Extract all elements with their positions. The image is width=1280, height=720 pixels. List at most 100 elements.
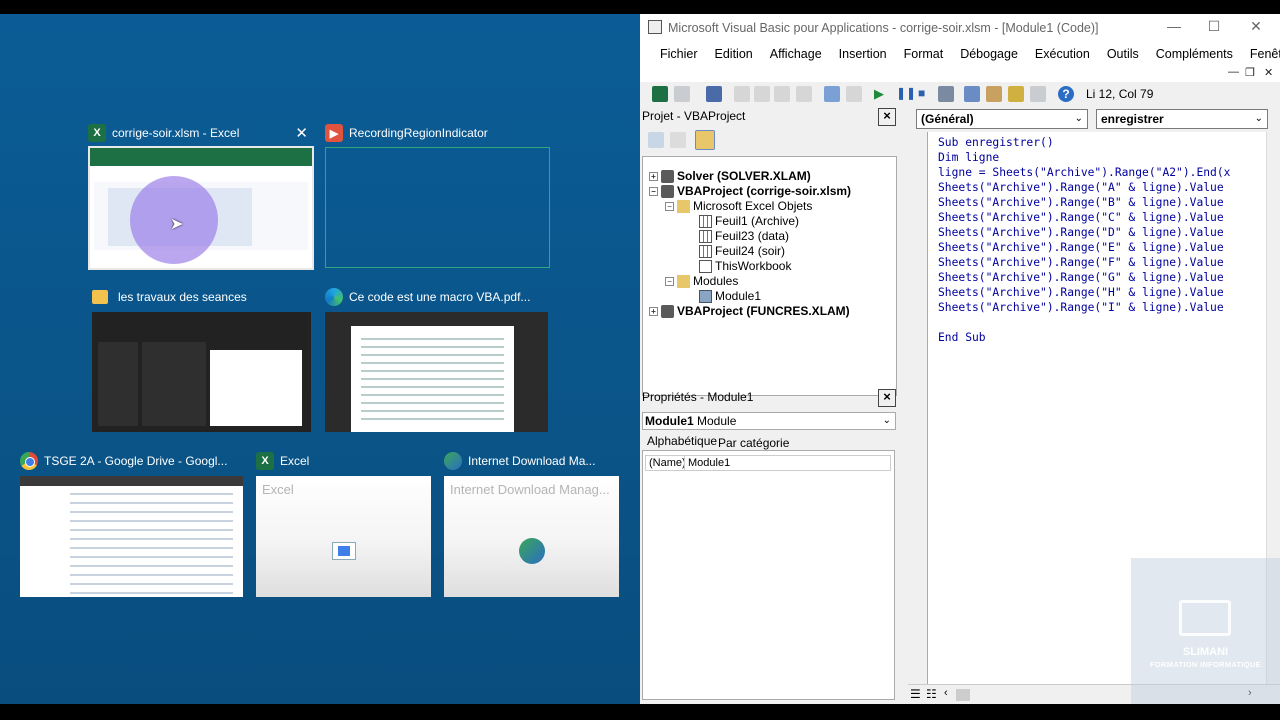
tree-item-vbaproject-corrige[interactable]: − VBAProject (corrige-soir.xlsm) [649, 184, 851, 198]
code-combos: (Général) ⌄ enregistrer ⌄ [912, 108, 1280, 130]
menu-debogage[interactable]: Débogage [960, 47, 1018, 61]
window-thumbnail[interactable]: ➤ [88, 146, 314, 270]
paste-icon[interactable] [774, 86, 790, 102]
tab-par-categorie[interactable]: Par catégorie [718, 436, 789, 450]
menu-execution[interactable]: Exécution [1035, 47, 1090, 61]
tab-alphabetique[interactable]: Alphabétique [647, 434, 717, 448]
tree-item-feuil1[interactable]: Feuil1 (Archive) [699, 214, 799, 228]
property-name: (Name) [649, 457, 686, 469]
stop-icon[interactable]: ■ [918, 86, 934, 102]
help-icon[interactable]: ? [1058, 86, 1074, 102]
menu-edition[interactable]: Edition [715, 47, 753, 61]
code-line[interactable]: Dim ligne [938, 150, 1266, 165]
code-line[interactable]: ligne = Sheets("Archive").Range("A2").En… [938, 165, 1266, 180]
code-line[interactable]: Sheets("Archive").Range("I" & ligne).Val… [938, 300, 1266, 315]
code-line[interactable]: Sub enregistrer() [938, 135, 1266, 150]
undo-icon[interactable] [824, 86, 840, 102]
tree-item-module1[interactable]: Module1 [699, 289, 761, 303]
window-card-header: X Excel [256, 450, 309, 472]
project-panel-close-button[interactable]: × [878, 108, 896, 126]
view-excel-icon[interactable] [652, 86, 668, 102]
code-line[interactable]: Sheets("Archive").Range("G" & ligne).Val… [938, 270, 1266, 285]
tree-item-feuil23[interactable]: Feuil23 (data) [699, 229, 789, 243]
insert-module-icon[interactable] [674, 86, 690, 102]
object-browser-icon[interactable] [1008, 86, 1024, 102]
properties-panel-close-button[interactable]: × [878, 389, 896, 407]
margin-indicator-bar[interactable] [908, 132, 928, 684]
mdi-close-button[interactable]: ✕ [1264, 66, 1273, 79]
window-thumbnail[interactable] [325, 312, 548, 432]
browser-tabbar-preview [20, 476, 243, 486]
window-card-header: TSGE 2A - Google Drive - Googl... [20, 450, 227, 472]
menu-outils[interactable]: Outils [1107, 47, 1139, 61]
menu-insertion[interactable]: Insertion [839, 47, 887, 61]
view-object-icon[interactable] [670, 132, 686, 148]
close-button[interactable]: ✕ [1236, 18, 1276, 38]
scroll-thumb[interactable] [956, 689, 970, 701]
tree-item-thisworkbook[interactable]: ThisWorkbook [699, 259, 791, 273]
tree-item-feuil24[interactable]: Feuil24 (soir) [699, 244, 785, 258]
menu-format[interactable]: Format [904, 47, 944, 61]
close-icon[interactable]: ✕ [295, 124, 308, 142]
menu-fichier[interactable]: Fichier [660, 47, 698, 61]
code-line[interactable]: Sheets("Archive").Range("H" & ligne).Val… [938, 285, 1266, 300]
properties-object-select[interactable]: Module1 Module ⌄ [642, 412, 896, 430]
mdi-restore-button[interactable]: ❐ [1245, 66, 1255, 79]
tree-item-modules[interactable]: − Modules [665, 274, 738, 288]
project-explorer-icon[interactable] [964, 86, 980, 102]
redo-icon[interactable] [846, 86, 862, 102]
task-switcher: X corrige-soir.xlsm - Excel ✕ ➤ ▶ Record… [0, 14, 640, 704]
code-line[interactable] [938, 315, 1266, 330]
title-bar[interactable]: Microsoft Visual Basic pour Applications… [640, 14, 1280, 42]
thumbnail-ghost-title: Internet Download Manag... [450, 482, 610, 497]
window-thumbnail[interactable]: Internet Download Manag... [444, 476, 619, 597]
property-row[interactable]: (Name) Module1 [645, 455, 891, 471]
run-icon[interactable]: ▶ [874, 86, 890, 102]
code-line[interactable]: Sheets("Archive").Range("D" & ligne).Val… [938, 225, 1266, 240]
cursor-position: Li 12, Col 79 [1086, 87, 1154, 101]
menu-complements[interactable]: Compléments [1156, 47, 1233, 61]
tree-item-funcres[interactable]: + VBAProject (FUNCRES.XLAM) [649, 304, 850, 318]
window-thumbnail[interactable] [92, 312, 311, 432]
find-icon[interactable] [796, 86, 812, 102]
design-mode-icon[interactable] [938, 86, 954, 102]
object-combo[interactable]: (Général) ⌄ [916, 109, 1088, 129]
window-thumbnail[interactable] [20, 476, 243, 597]
tree-item-excel-objects[interactable]: − Microsoft Excel Objets [665, 199, 812, 213]
code-line[interactable]: Sheets("Archive").Range("B" & ligne).Val… [938, 195, 1266, 210]
folder-icon [92, 290, 108, 304]
pause-icon[interactable]: ❚❚ [896, 86, 916, 102]
procedure-view-icon[interactable]: ☰ [910, 687, 921, 701]
code-line[interactable]: Sheets("Archive").Range("A" & ligne).Val… [938, 180, 1266, 195]
window-thumbnail[interactable] [325, 147, 550, 268]
toolbox-icon[interactable] [1030, 86, 1046, 102]
minimize-button[interactable]: — [1154, 18, 1194, 38]
computer-icon [1179, 600, 1231, 636]
save-icon[interactable] [706, 86, 722, 102]
code-line[interactable]: End Sub [938, 330, 1266, 345]
menu-affichage[interactable]: Affichage [770, 47, 822, 61]
property-value[interactable]: Module1 [688, 456, 730, 470]
properties-icon[interactable] [986, 86, 1002, 102]
menu-fenetre[interactable]: Fenêtre [1250, 47, 1280, 61]
download-manager-icon [444, 452, 462, 470]
view-code-icon[interactable] [648, 132, 664, 148]
mdi-minimize-button[interactable]: — [1228, 66, 1239, 78]
cut-icon[interactable] [734, 86, 750, 102]
full-module-view-icon[interactable]: ☷ [926, 687, 937, 701]
maximize-button[interactable]: ☐ [1194, 18, 1234, 38]
tree-item-solver[interactable]: + Solver (SOLVER.XLAM) [649, 169, 811, 183]
procedure-combo[interactable]: enregistrer ⌄ [1096, 109, 1268, 129]
scroll-left-icon[interactable]: ‹ [944, 687, 948, 699]
code-line[interactable]: Sheets("Archive").Range("F" & ligne).Val… [938, 255, 1266, 270]
window-card-header: les travaux des seances [92, 286, 247, 308]
code-line[interactable]: Sheets("Archive").Range("C" & ligne).Val… [938, 210, 1266, 225]
window-thumbnail[interactable]: Excel [256, 476, 431, 597]
window-title: RecordingRegionIndicator [349, 126, 488, 140]
copy-icon[interactable] [754, 86, 770, 102]
mdi-controls: — ❐ ✕ [640, 66, 1280, 82]
toggle-folders-icon[interactable] [695, 130, 715, 150]
vba-project-icon [661, 184, 674, 198]
menu-bar: Fichier Edition Affichage Insertion Form… [640, 42, 1280, 66]
code-line[interactable]: Sheets("Archive").Range("E" & ligne).Val… [938, 240, 1266, 255]
